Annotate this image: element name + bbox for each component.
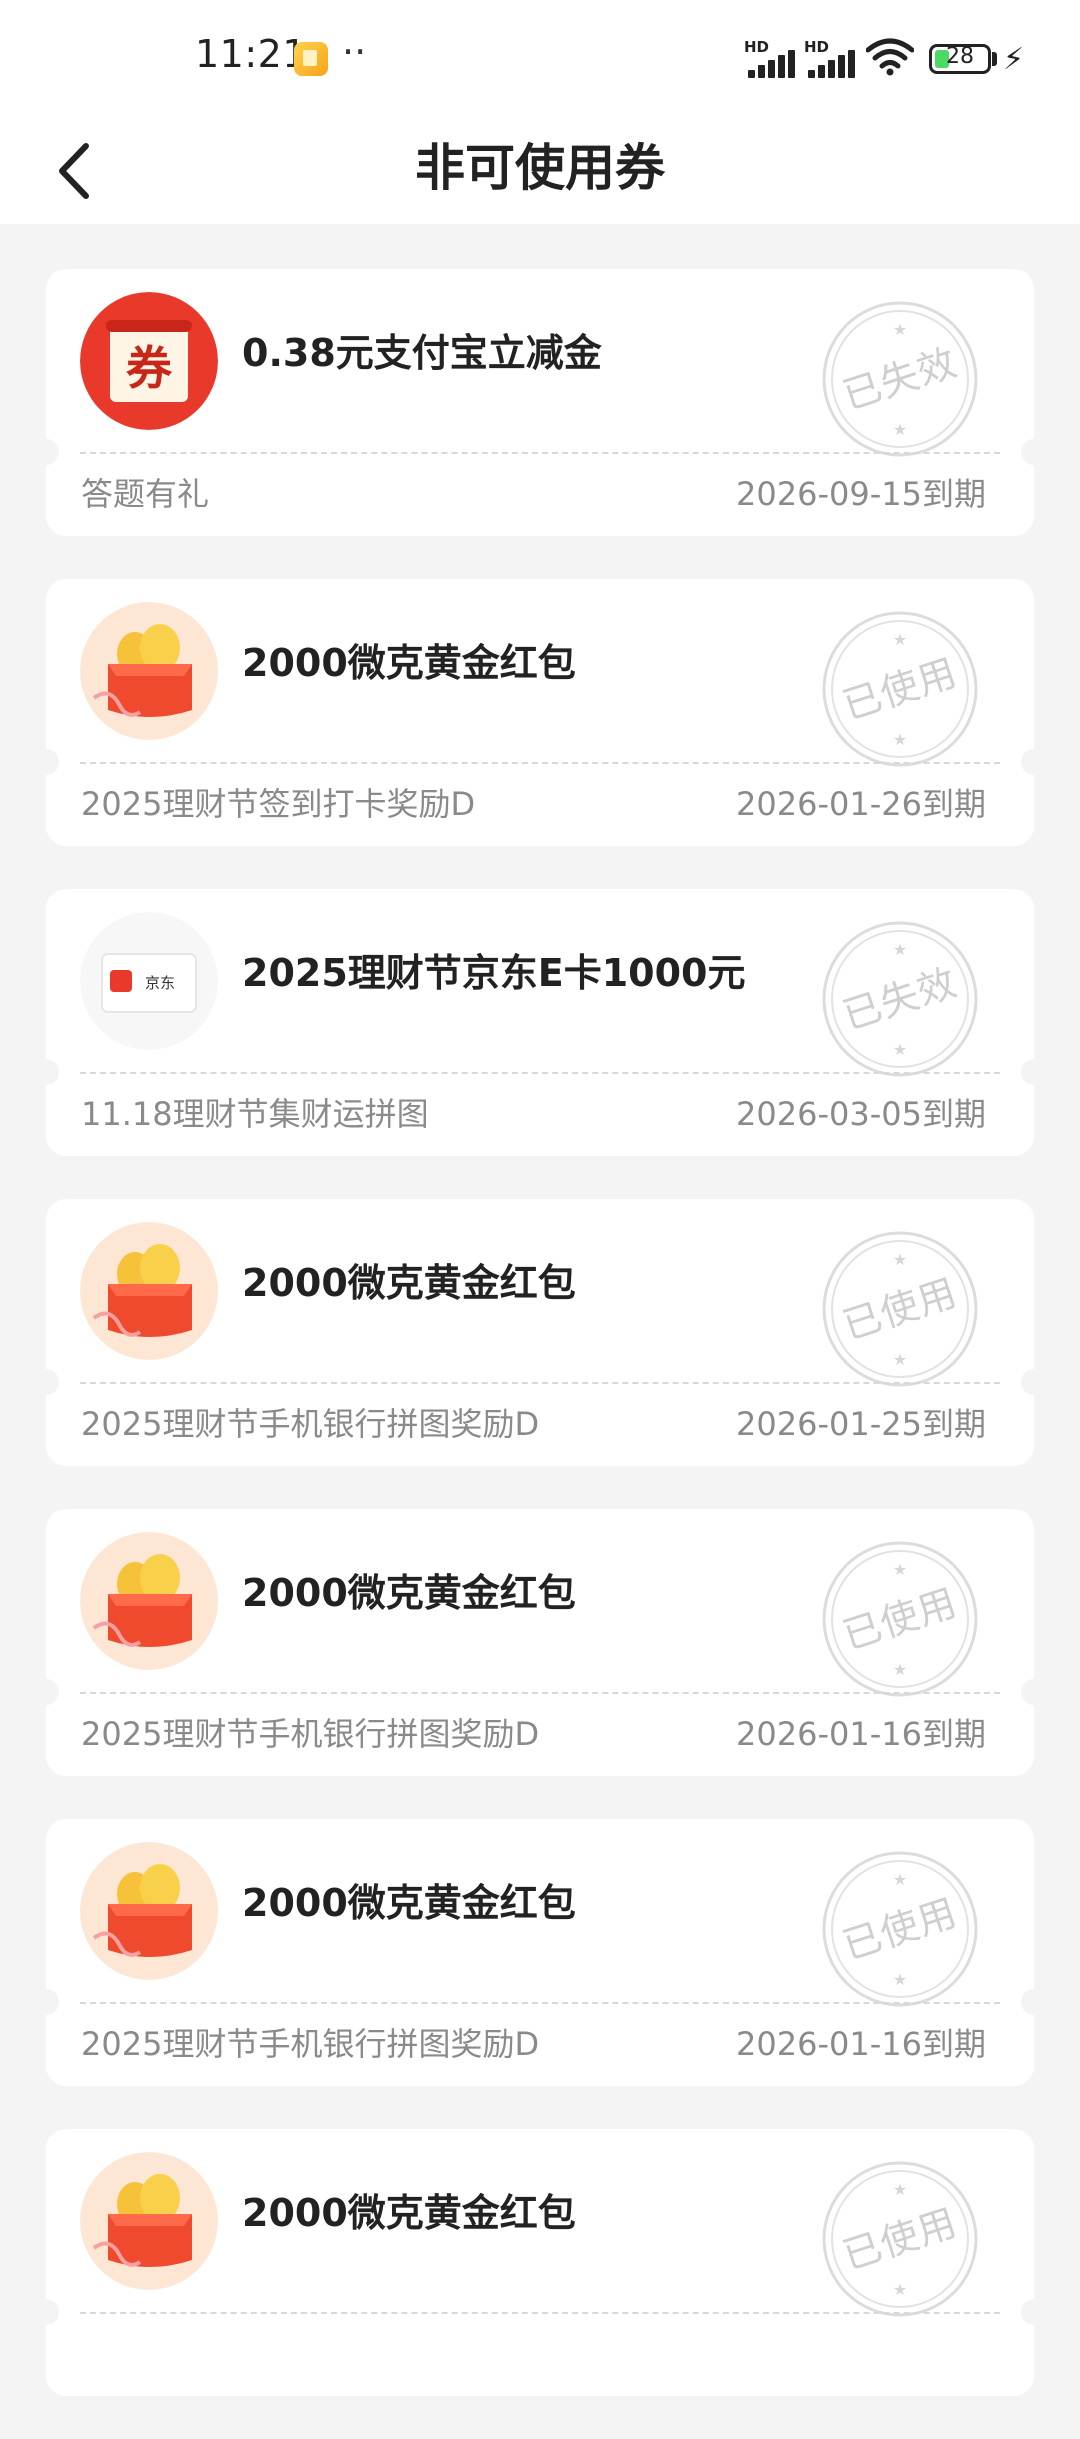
- gold-red-envelope-icon: [80, 2152, 218, 2290]
- coupon-stamp: 已使用: [822, 611, 978, 767]
- coupon-expiry: 2026-01-16到期: [736, 1715, 986, 1753]
- wifi-icon: [866, 38, 914, 76]
- coupon-expiry: 2026-09-15到期: [736, 475, 986, 513]
- stamp-text: 已失效: [837, 339, 963, 419]
- coupon-card[interactable]: 京东 2025理财节京东E卡1000元 ★ ★ 已失效 11.18理财节集财运拼…: [46, 889, 1034, 1156]
- card-divider: [80, 1382, 1000, 1384]
- coupon-source: 2025理财节手机银行拼图奖励D: [81, 1715, 540, 1753]
- stamp-text: 已使用: [837, 1269, 963, 1349]
- coupon-stamp: 已使用: [822, 1541, 978, 1697]
- coupon-stamp: 已使用: [822, 2161, 978, 2317]
- card-divider: [80, 1692, 1000, 1694]
- coupon-card[interactable]: 2000微克黄金红包 ★ ★ 已使用 2025理财节手机银行拼图奖励D 2026…: [46, 1199, 1034, 1466]
- coupon-title: 2000微克黄金红包: [242, 1881, 576, 1925]
- coupon-card[interactable]: 2000微克黄金红包 ★ ★ 已使用 2025理财节手机银行拼图奖励D 2026…: [46, 1819, 1034, 2086]
- coupon-expiry: 2026-03-05到期: [736, 1095, 986, 1133]
- card-divider: [80, 2002, 1000, 2004]
- page-title: 非可使用券: [415, 139, 665, 197]
- coupon-title: 2000微克黄金红包: [242, 1571, 576, 1615]
- status-bar: 11:21 ·· HD HD 28 ⚡: [0, 0, 1080, 118]
- coupon-title: 2000微克黄金红包: [242, 641, 576, 685]
- more-notifications-indicator: ··: [342, 30, 367, 74]
- card-divider: [80, 1072, 1000, 1074]
- coupon-icon-text: 券: [126, 341, 173, 395]
- coupon-source: 2025理财节手机银行拼图奖励D: [81, 1405, 540, 1443]
- notes-app-icon: [294, 42, 328, 76]
- status-time: 11:21: [195, 32, 308, 76]
- jd-card-text: 京东: [145, 974, 175, 992]
- jd-card-icon: 京东: [80, 912, 218, 1050]
- battery-tip: [992, 52, 997, 66]
- card-divider: [80, 2312, 1000, 2314]
- coupon-source: 2025理财节签到打卡奖励D: [81, 785, 476, 823]
- coupon-list: 券 0.38元支付宝立减金 ★ ★ 已失效 答题有礼 2026-09-15到期 …: [46, 269, 1034, 2439]
- coupon-stamp: 已失效: [822, 301, 978, 457]
- battery-icon: 28: [929, 44, 991, 74]
- coupon-title: 0.38元支付宝立减金: [242, 331, 602, 375]
- stamp-text: 已使用: [837, 2199, 963, 2279]
- coupon-stamp: 已使用: [822, 1231, 978, 1387]
- coupon-card[interactable]: 2000微克黄金红包 ★ ★ 已使用: [46, 2129, 1034, 2396]
- coupon-card[interactable]: 2000微克黄金红包 ★ ★ 已使用 2025理财节手机银行拼图奖励D 2026…: [46, 1509, 1034, 1776]
- coupon-title: 2025理财节京东E卡1000元: [242, 951, 746, 995]
- coupon-ticket-icon: 券: [80, 292, 218, 430]
- coupon-title: 2000微克黄金红包: [242, 2191, 576, 2235]
- nav-bar: 非可使用券: [0, 118, 1080, 224]
- stamp-text: 已使用: [837, 1889, 963, 1969]
- coupon-stamp: 已失效: [822, 921, 978, 1077]
- gold-red-envelope-icon: [80, 602, 218, 740]
- stamp-text: 已使用: [837, 1579, 963, 1659]
- charging-bolt-icon: ⚡: [1003, 42, 1025, 77]
- coupon-expiry: 2026-01-25到期: [736, 1405, 986, 1443]
- card-divider: [80, 452, 1000, 454]
- coupon-source: 11.18理财节集财运拼图: [81, 1095, 429, 1133]
- card-divider: [80, 762, 1000, 764]
- coupon-expiry: 2026-01-26到期: [736, 785, 986, 823]
- battery-level: 28: [946, 44, 974, 69]
- coupon-card[interactable]: 2000微克黄金红包 ★ ★ 已使用 2025理财节签到打卡奖励D 2026-0…: [46, 579, 1034, 846]
- stamp-text: 已使用: [837, 649, 963, 729]
- coupon-expiry: 2026-01-16到期: [736, 2025, 986, 2063]
- stamp-text: 已失效: [837, 959, 963, 1039]
- gold-red-envelope-icon: [80, 1532, 218, 1670]
- gold-red-envelope-icon: [80, 1842, 218, 1980]
- coupon-source: 2025理财节手机银行拼图奖励D: [81, 2025, 540, 2063]
- coupon-card[interactable]: 券 0.38元支付宝立减金 ★ ★ 已失效 答题有礼 2026-09-15到期: [46, 269, 1034, 536]
- gold-red-envelope-icon: [80, 1222, 218, 1360]
- coupon-source: 答题有礼: [81, 475, 210, 513]
- coupon-title: 2000微克黄金红包: [242, 1261, 576, 1305]
- coupon-stamp: 已使用: [822, 1851, 978, 2007]
